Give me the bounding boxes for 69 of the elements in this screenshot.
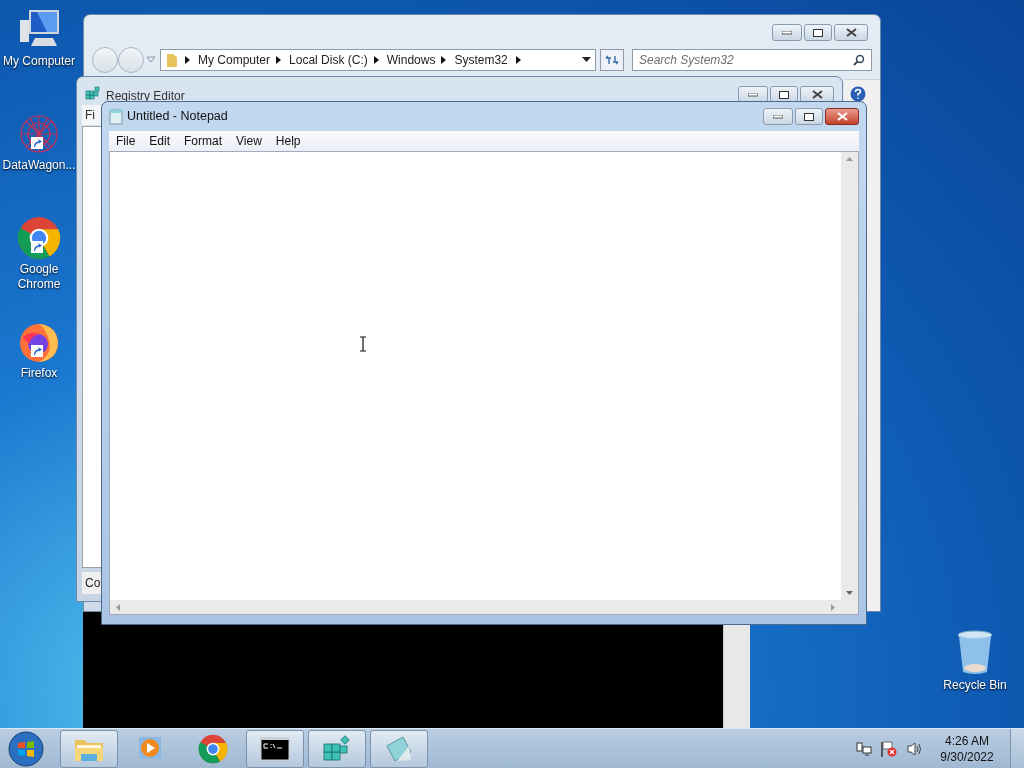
breadcrumb-item[interactable]: System32 <box>454 51 508 69</box>
refresh-arrows-icon <box>605 54 619 66</box>
folder-icon <box>165 52 179 68</box>
search-field[interactable]: Search System32 <box>632 49 872 71</box>
close-icon <box>845 28 857 37</box>
address-bar[interactable]: My Computer Local Disk (C:) Windows System32 <box>160 49 597 71</box>
text-cursor-icon <box>359 336 367 352</box>
shortcut-arrow-icon <box>31 137 43 149</box>
dropdown-icon[interactable] <box>582 57 592 63</box>
maximize-button[interactable] <box>795 108 823 125</box>
chevron-right-icon[interactable] <box>373 56 379 64</box>
clock-time: 4:26 AM <box>945 732 989 749</box>
window-title: Untitled - Notepad <box>127 108 228 126</box>
network-graph-icon <box>17 112 61 156</box>
close-button[interactable] <box>825 108 859 125</box>
desktop-icon-label[interactable]: DataWagon... <box>0 158 78 173</box>
status-text: Co <box>85 575 101 592</box>
breadcrumb-item[interactable]: Local Disk (C:) <box>289 51 368 69</box>
breadcrumb-item[interactable]: My Computer <box>198 51 271 69</box>
network-icon[interactable] <box>856 740 872 757</box>
horizontal-scrollbar[interactable] <box>110 600 841 614</box>
scroll-down-icon <box>846 591 853 595</box>
desktop-icon-label[interactable]: Firefox <box>0 366 78 381</box>
menu-item[interactable]: Help <box>268 132 308 150</box>
maximize-icon <box>804 112 814 121</box>
menu-item[interactable]: View <box>229 132 269 150</box>
flag-icon[interactable] <box>880 739 898 758</box>
cubes-icon <box>85 86 101 102</box>
close-icon <box>811 90 823 99</box>
clock[interactable]: 4:26 AM 9/30/2022 <box>932 732 1002 765</box>
refresh-button[interactable] <box>600 49 624 71</box>
chrome-icon <box>17 216 61 260</box>
show-desktop-button[interactable] <box>1010 728 1024 768</box>
taskbar-button[interactable] <box>246 729 304 768</box>
chevron-right-icon[interactable] <box>441 56 447 64</box>
chevron-right-icon[interactable] <box>185 56 190 64</box>
recycle-bin-icon <box>955 630 995 676</box>
menu-item[interactable]: File <box>109 132 143 150</box>
maximize-icon <box>779 90 789 99</box>
windows-logo-icon <box>8 730 44 767</box>
desktop-icon-label[interactable]: Recycle Bin <box>943 678 1007 693</box>
speaker-icon[interactable] <box>906 740 924 757</box>
chevron-right-icon[interactable] <box>515 56 521 64</box>
cubes-icon <box>321 733 353 764</box>
vertical-scrollbar[interactable] <box>841 152 858 600</box>
desktop-icon-label[interactable]: Google Chrome <box>0 262 78 292</box>
minimize-icon <box>773 114 783 119</box>
maximize-icon <box>813 28 823 37</box>
close-button[interactable] <box>834 24 868 41</box>
shortcut-arrow-icon <box>31 345 43 357</box>
scroll-left-icon <box>116 603 120 611</box>
minimize-icon <box>748 92 758 97</box>
help-icon[interactable] <box>850 86 866 102</box>
scroll-right-icon <box>831 603 835 611</box>
breadcrumb-item[interactable]: Windows <box>386 51 436 69</box>
close-icon <box>836 112 848 121</box>
desktop-icon-label[interactable]: My Computer <box>0 54 78 69</box>
console-icon <box>260 736 290 761</box>
minimize-icon <box>782 30 792 35</box>
chevron-right-icon[interactable] <box>276 56 282 64</box>
scroll-up-icon <box>846 157 853 161</box>
notepad-icon <box>109 108 123 125</box>
menu-item[interactable]: Edit <box>142 132 178 150</box>
clock-date: 9/30/2022 <box>940 748 994 765</box>
search-icon <box>853 54 865 66</box>
shortcut-arrow-icon <box>31 241 43 253</box>
menu-item[interactable]: Format <box>177 132 230 150</box>
chrome-icon <box>198 733 228 764</box>
maximize-button[interactable] <box>804 24 832 41</box>
